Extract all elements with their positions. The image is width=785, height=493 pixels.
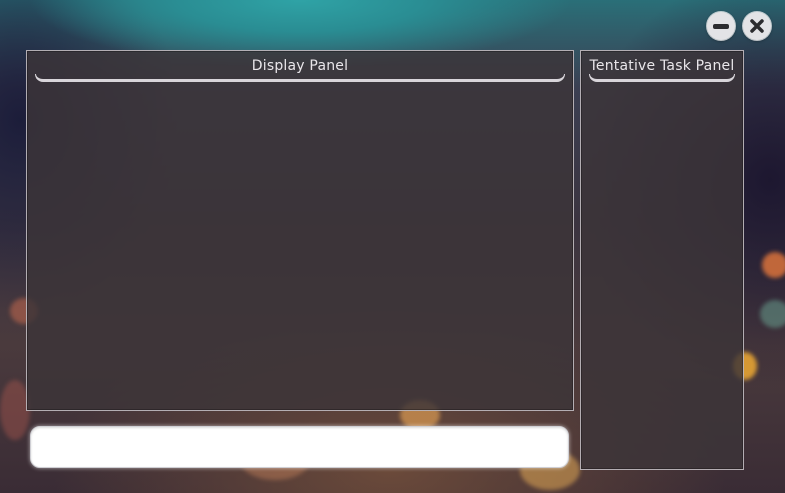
command-input[interactable] — [30, 426, 569, 468]
display-panel-title: Display Panel — [251, 57, 349, 74]
task-panel-title: Tentative Task Panel — [589, 57, 735, 74]
header-divider — [35, 74, 565, 82]
bokeh-light — [762, 252, 785, 278]
close-button[interactable] — [743, 12, 771, 40]
minimize-icon — [713, 23, 729, 29]
header-divider — [589, 74, 735, 82]
minimize-button[interactable] — [707, 12, 735, 40]
app-window: Display Panel Tentative Task Panel — [0, 0, 785, 493]
task-panel-header: Tentative Task Panel — [589, 51, 735, 82]
close-icon — [750, 19, 764, 33]
tentative-task-panel: Tentative Task Panel — [580, 50, 744, 470]
display-panel: Display Panel — [26, 50, 574, 411]
display-panel-header: Display Panel — [35, 51, 565, 82]
bokeh-light — [760, 300, 785, 328]
